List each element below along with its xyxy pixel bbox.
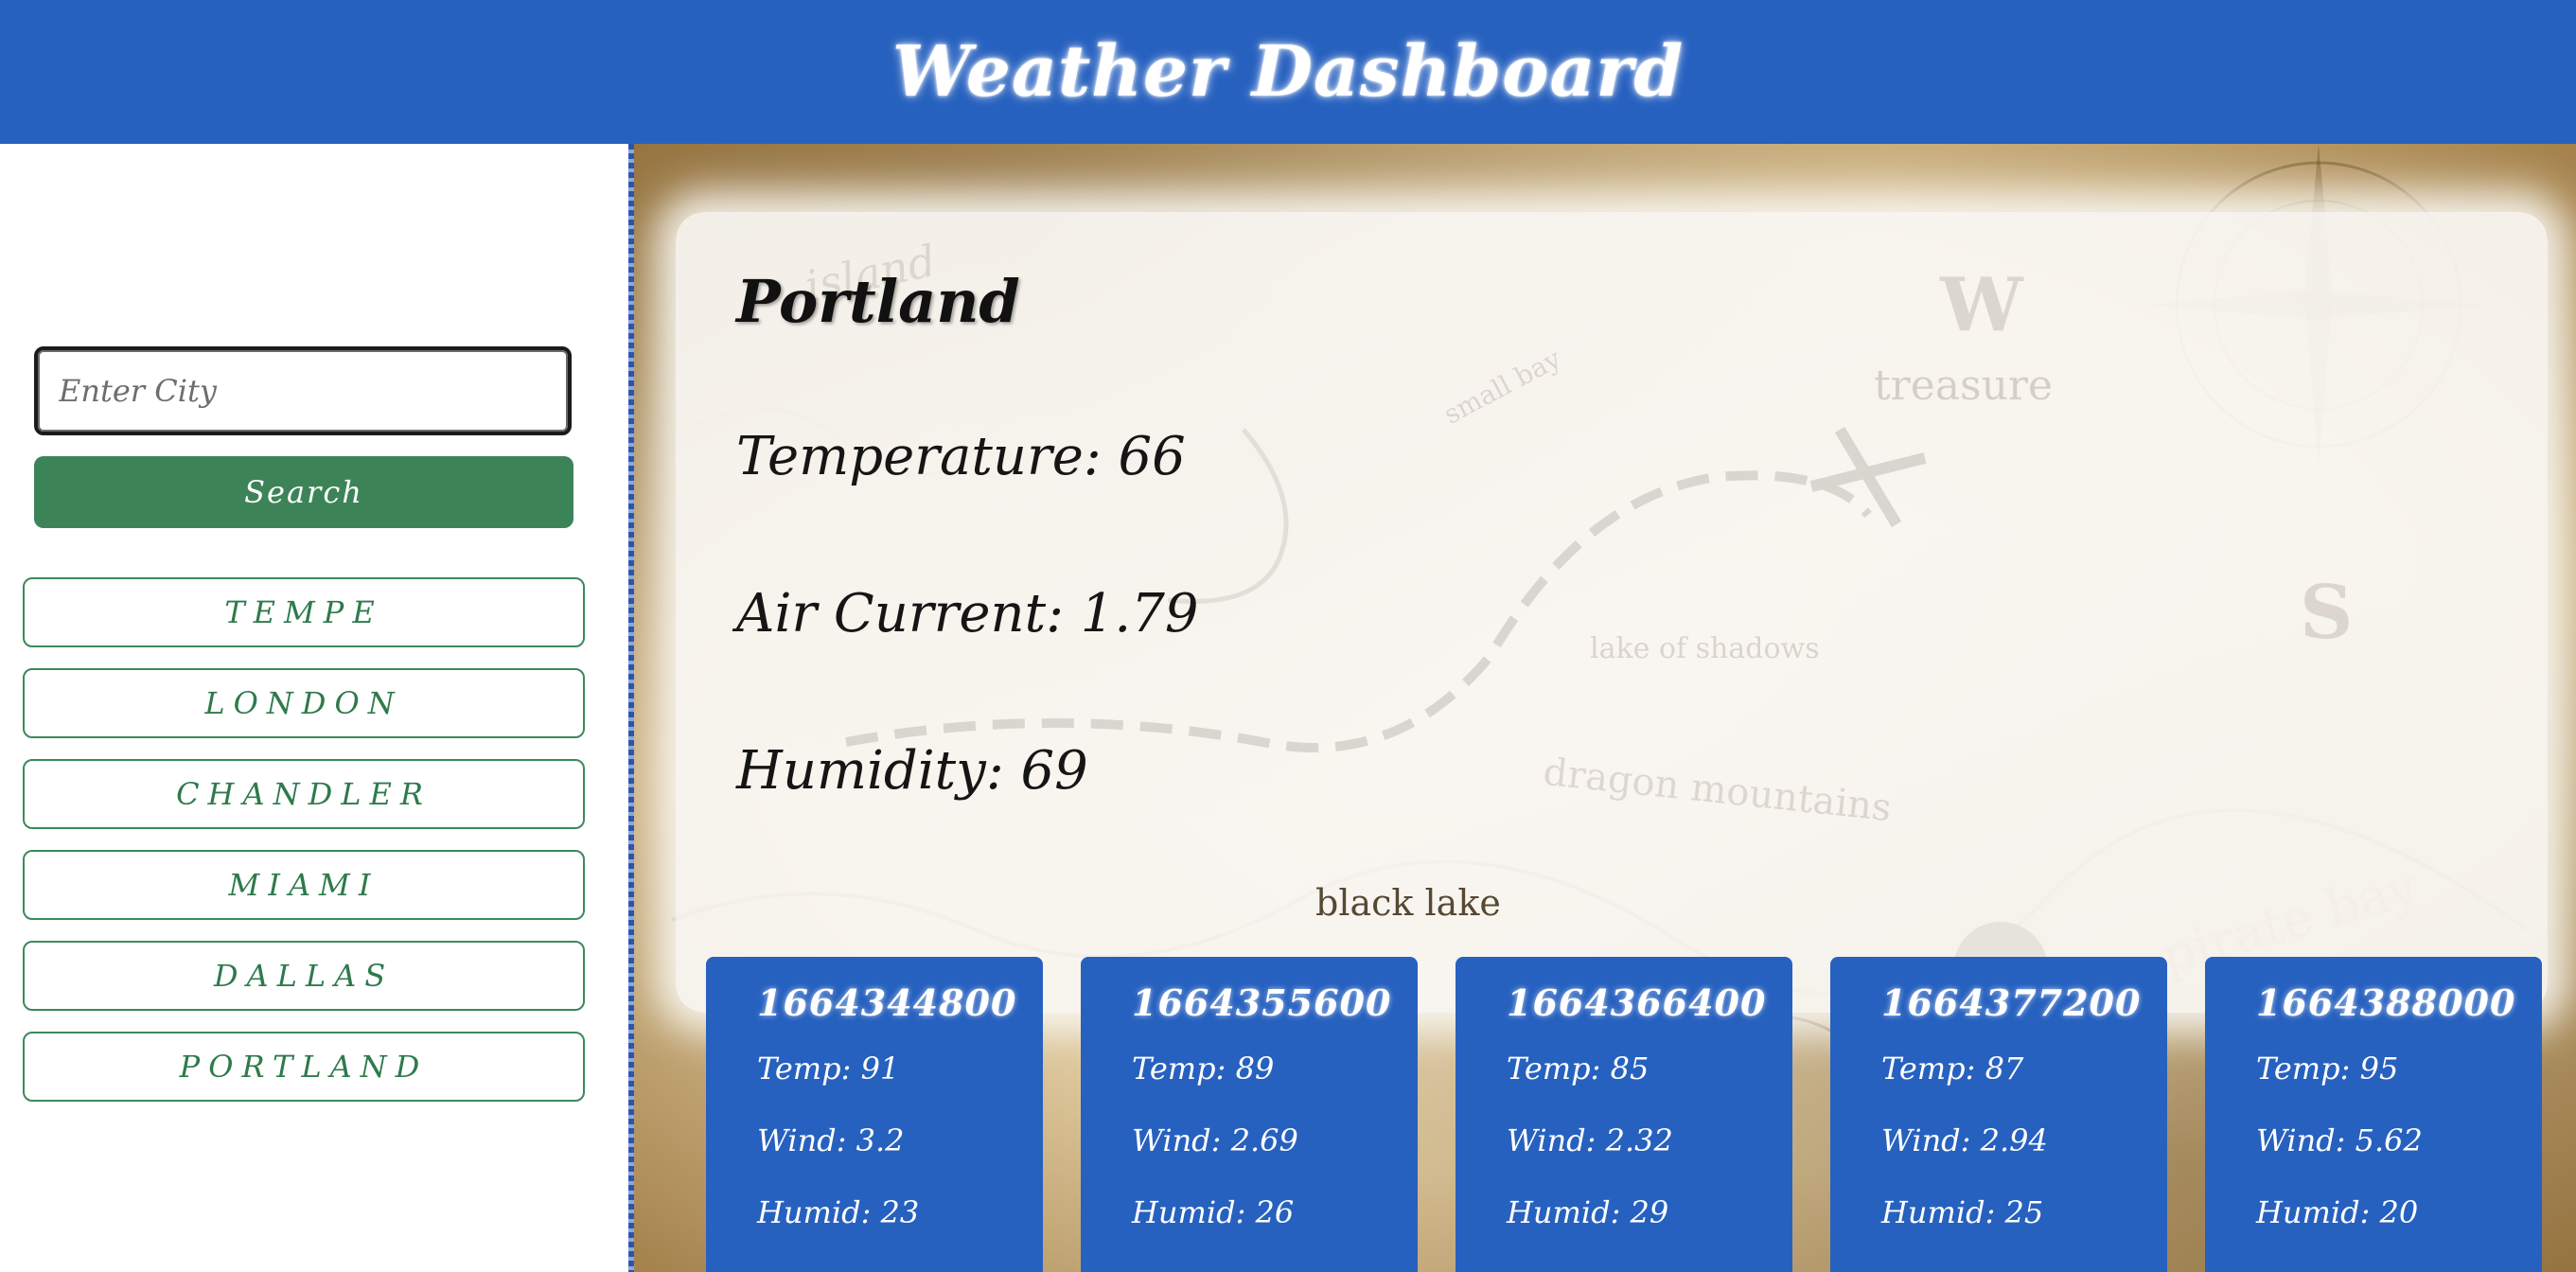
forecast-wind-value: 2.32 bbox=[1605, 1122, 1673, 1158]
forecast-wind-value: 3.2 bbox=[856, 1122, 905, 1158]
main-content: treasure W S island small bay lake of sh… bbox=[634, 144, 2576, 1272]
map-label-lake-of-shadows: lake of shadows bbox=[1590, 632, 1820, 665]
history-item-london[interactable]: LONDON bbox=[23, 668, 585, 738]
forecast-temp-value: 85 bbox=[1610, 1051, 1650, 1086]
forecast-card: 1664366400 Temp: 85 Wind: 2.32 Humid: 29 bbox=[1456, 957, 1792, 1272]
forecast-temp-label: Temp: bbox=[1507, 1051, 1611, 1086]
forecast-temp-value: 91 bbox=[860, 1051, 900, 1086]
forecast-temp: Temp: 89 bbox=[1132, 1051, 1418, 1086]
forecast-card: 1664388000 Temp: 95 Wind: 5.62 Humid: 20 bbox=[2205, 957, 2542, 1272]
search-history-list: TEMPE LONDON CHANDLER MIAMI DALLAS PORTL… bbox=[23, 577, 585, 1122]
forecast-temp-value: 89 bbox=[1235, 1051, 1275, 1086]
forecast-humid: Humid: 25 bbox=[1881, 1194, 2167, 1230]
temperature-label: Temperature: bbox=[736, 426, 1119, 487]
forecast-wind-label: Wind: bbox=[1507, 1122, 1606, 1158]
map-label-w: W bbox=[1940, 262, 2023, 348]
map-label-black-lake: black lake bbox=[1315, 882, 1501, 924]
forecast-date: 1664344800 bbox=[757, 981, 1017, 1024]
forecast-temp: Temp: 95 bbox=[2256, 1051, 2542, 1086]
history-item-miami[interactable]: MIAMI bbox=[23, 850, 585, 920]
forecast-wind: Wind: 5.62 bbox=[2256, 1122, 2542, 1158]
forecast-humid-label: Humid: bbox=[1881, 1194, 2005, 1230]
current-city-name: Portland bbox=[736, 267, 1020, 336]
forecast-wind-label: Wind: bbox=[1132, 1122, 1231, 1158]
forecast-humid: Humid: 20 bbox=[2256, 1194, 2542, 1230]
forecast-humid-value: 29 bbox=[1630, 1194, 1669, 1230]
forecast-humid-value: 25 bbox=[2004, 1194, 2044, 1230]
air-current-label: Air Current: bbox=[736, 583, 1081, 645]
forecast-date: 1664388000 bbox=[2256, 981, 2516, 1024]
forecast-humid: Humid: 29 bbox=[1507, 1194, 1792, 1230]
humidity-value: 69 bbox=[1020, 740, 1088, 802]
forecast-temp-value: 87 bbox=[1985, 1051, 2024, 1086]
humidity-label: Humidity: bbox=[736, 740, 1021, 802]
forecast-humid-value: 26 bbox=[1255, 1194, 1295, 1230]
forecast-temp: Temp: 87 bbox=[1881, 1051, 2167, 1086]
history-item-tempe[interactable]: TEMPE bbox=[23, 577, 585, 647]
app-header: Weather Dashboard bbox=[0, 0, 2576, 144]
forecast-date: 1664377200 bbox=[1881, 981, 2142, 1024]
forecast-wind-value: 2.94 bbox=[1980, 1122, 2048, 1158]
forecast-temp-label: Temp: bbox=[1132, 1051, 1236, 1086]
forecast-date: 1664355600 bbox=[1132, 981, 1392, 1024]
forecast-temp-label: Temp: bbox=[2256, 1051, 2360, 1086]
forecast-card: 1664377200 Temp: 87 Wind: 2.94 Humid: 25 bbox=[1830, 957, 2167, 1272]
forecast-wind-label: Wind: bbox=[2256, 1122, 2355, 1158]
forecast-humid-value: 23 bbox=[880, 1194, 920, 1230]
history-item-chandler[interactable]: CHANDLER bbox=[23, 759, 585, 829]
city-search-input[interactable] bbox=[34, 346, 572, 435]
stock-watermark-id: ck | #121801600 bbox=[634, 1091, 637, 1272]
forecast-humid-label: Humid: bbox=[2256, 1194, 2380, 1230]
forecast-humid-value: 20 bbox=[2379, 1194, 2419, 1230]
forecast-temp-label: Temp: bbox=[1881, 1051, 1985, 1086]
forecast-temp-value: 95 bbox=[2359, 1051, 2399, 1086]
page: Weather Dashboard Search TEMPE LONDON CH… bbox=[0, 0, 2576, 1272]
forecast-wind: Wind: 3.2 bbox=[757, 1122, 1043, 1158]
forecast-temp: Temp: 91 bbox=[757, 1051, 1043, 1086]
current-humidity: Humidity: 69 bbox=[736, 740, 1088, 802]
forecast-temp: Temp: 85 bbox=[1507, 1051, 1792, 1086]
forecast-humid-label: Humid: bbox=[757, 1194, 881, 1230]
map-label-treasure: treasure bbox=[1874, 362, 2053, 410]
forecast-wind: Wind: 2.69 bbox=[1132, 1122, 1418, 1158]
forecast-card: 1664355600 Temp: 89 Wind: 2.69 Humid: 26 bbox=[1081, 957, 1418, 1272]
current-temperature: Temperature: 66 bbox=[736, 426, 1186, 487]
app-title: Weather Dashboard bbox=[891, 31, 1685, 113]
map-label-s: S bbox=[2300, 570, 2354, 656]
forecast-wind: Wind: 2.94 bbox=[1881, 1122, 2167, 1158]
forecast-humid-label: Humid: bbox=[1132, 1194, 1256, 1230]
forecast-wind-value: 2.69 bbox=[1230, 1122, 1298, 1158]
history-item-portland[interactable]: PORTLAND bbox=[23, 1032, 585, 1102]
sidebar: Search TEMPE LONDON CHANDLER MIAMI DALLA… bbox=[0, 144, 628, 1272]
search-button[interactable]: Search bbox=[34, 456, 573, 528]
forecast-wind-label: Wind: bbox=[757, 1122, 856, 1158]
forecast-wind-label: Wind: bbox=[1881, 1122, 1981, 1158]
air-current-value: 1.79 bbox=[1080, 583, 1199, 645]
forecast-date: 1664366400 bbox=[1507, 981, 1767, 1024]
temperature-value: 66 bbox=[1118, 426, 1186, 487]
forecast-temp-label: Temp: bbox=[757, 1051, 861, 1086]
forecast-wind: Wind: 2.32 bbox=[1507, 1122, 1792, 1158]
history-item-dallas[interactable]: DALLAS bbox=[23, 941, 585, 1011]
current-air-current: Air Current: 1.79 bbox=[736, 583, 1198, 645]
forecast-humid-label: Humid: bbox=[1507, 1194, 1631, 1230]
forecast-wind-value: 5.62 bbox=[2355, 1122, 2423, 1158]
forecast-humid: Humid: 26 bbox=[1132, 1194, 1418, 1230]
forecast-card: 1664344800 Temp: 91 Wind: 3.2 Humid: 23 bbox=[706, 957, 1043, 1272]
five-day-forecast: 1664344800 Temp: 91 Wind: 3.2 Humid: 23 … bbox=[706, 957, 2542, 1272]
forecast-humid: Humid: 23 bbox=[757, 1194, 1043, 1230]
